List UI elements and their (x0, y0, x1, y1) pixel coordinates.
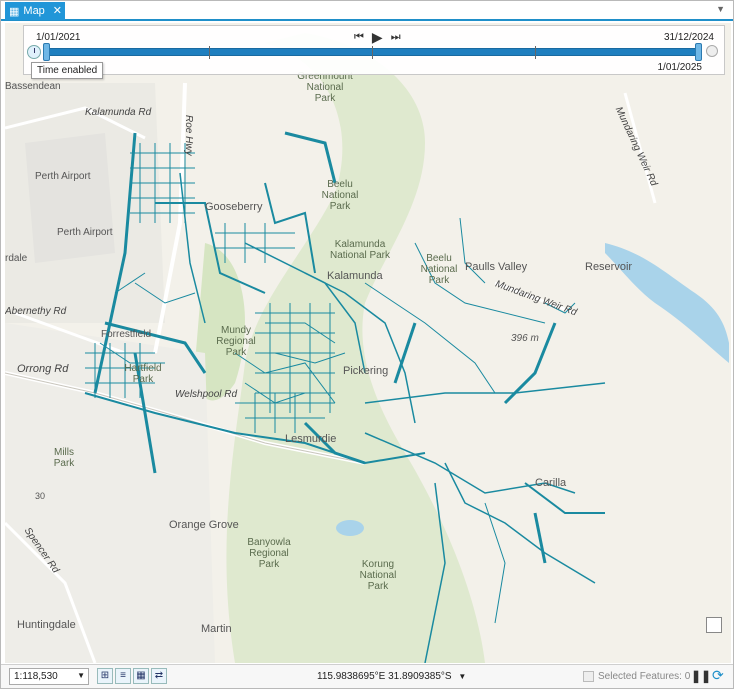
label-kalamunda: Kalamunda (327, 270, 383, 282)
chevron-down-icon: ▼ (458, 672, 467, 681)
label-reservoir: Reservoir (585, 261, 633, 273)
time-end: 31/12/2024 (663, 32, 714, 43)
status-bar: 1:118,530 ▼ ⊞ ≡ ▦ ⇄ 115.9838695°E 31.890… (1, 664, 733, 688)
refresh-icon[interactable]: ⟳ (712, 667, 724, 684)
scale-value: 1:118,530 (14, 671, 58, 682)
tab-map[interactable]: ▦ Map ✕ (5, 2, 65, 20)
label-abernethy-rd: Abernethy Rd (5, 306, 67, 317)
label-huntingdale: Huntingdale (17, 619, 76, 631)
play-icon[interactable]: ▶ (372, 29, 383, 46)
label-hartfield-park: Hartfield Park (124, 363, 162, 385)
label-forrestfield: Forrestfield (101, 329, 152, 340)
label-orange-grove: Orange Grove (169, 519, 239, 531)
label-beelu-np-2: Beelu National Park (420, 253, 458, 286)
track-tick (535, 46, 536, 59)
label-beelu-np: Beelu National Park (321, 179, 359, 212)
label-gooseberry: Gooseberry (205, 201, 263, 213)
layers-icon[interactable]: ≡ (115, 668, 131, 684)
label-elevation: 396 m (511, 333, 539, 344)
label-martin: Martin (201, 623, 232, 635)
map-icon: ▦ (9, 5, 20, 18)
label-greenmount-np: Greenmount National Park (297, 71, 353, 104)
map-view[interactable]: Perth Airport Perth Airport Kalamunda Rd… (5, 23, 731, 663)
label-rdale: rdale (5, 253, 28, 264)
airport-area (25, 133, 115, 263)
time-start: 1/01/2021 (36, 32, 81, 43)
selected-features[interactable]: Selected Features: 0 (583, 671, 690, 682)
label-paulls-valley: Paulls Valley (465, 261, 528, 273)
settings-icon[interactable] (706, 45, 718, 57)
label-kalamunda-rd: Kalamunda Rd (85, 107, 152, 118)
map-window: ▦ Map ✕ ▼ Perth Airport Perth Airport Ka… (0, 0, 734, 689)
close-icon[interactable]: ✕ (53, 5, 62, 17)
tab-bar: ▦ Map ✕ ▼ (1, 1, 733, 21)
time-end-label: 1/01/2025 (657, 62, 703, 73)
label-korung-np: Korung National Park (359, 559, 397, 592)
time-slider: 1/01/2021 ⏮ ▶ ⏭ 31/12/2024 1/01/2025 (23, 25, 725, 75)
label-welshpool-rd: Welshpool Rd (175, 389, 238, 400)
label-bassendean: Bassendean (5, 81, 61, 92)
tooltip: Time enabled (31, 62, 104, 79)
coordinates-value: 115.9838695°E 31.8909385°S (317, 671, 452, 682)
tab-title: Map (23, 5, 45, 17)
table-icon[interactable]: ▦ (133, 668, 149, 684)
label-lesmurdie: Lesmurdie (285, 433, 337, 445)
track-tick (209, 46, 210, 59)
label-mills-park: Mills Park (53, 447, 75, 469)
playback-controls: ⏮ ▶ ⏭ (354, 29, 401, 46)
label-mundy-rp: Mundy Regional Park (216, 325, 256, 358)
pause-icon[interactable]: ❚❚ (691, 669, 711, 683)
label-pickering: Pickering (343, 365, 389, 377)
selected-features-text: Selected Features: 0 (598, 671, 691, 682)
scale-dropdown[interactable]: 1:118,530 ▼ (9, 668, 89, 685)
chevron-down-icon: ▼ (77, 671, 85, 680)
label-route-30: 30 (35, 491, 46, 501)
track-tick (372, 46, 373, 59)
selection-icon (583, 671, 594, 682)
previous-icon[interactable]: ⏮ (354, 31, 364, 44)
lake-water (336, 520, 364, 536)
start-handle[interactable] (43, 43, 50, 61)
clock-icon[interactable] (27, 45, 41, 59)
label-banyowla-rp: Banyowla Regional Park (247, 537, 291, 570)
end-handle[interactable] (695, 43, 702, 61)
next-icon[interactable]: ⏭ (391, 31, 401, 44)
label-carilla: Carilla (535, 477, 567, 489)
label-perth-airport-2: Perth Airport (57, 227, 113, 238)
label-orrong-rd: Orrong Rd (17, 363, 69, 375)
legend-icon[interactable] (706, 617, 722, 633)
swap-icon[interactable]: ⇄ (151, 668, 167, 684)
time-track[interactable] (46, 46, 698, 59)
grid-icon[interactable]: ⊞ (97, 668, 113, 684)
label-roe-hwy: Roe Hwy (183, 115, 194, 156)
label-perth-airport: Perth Airport (35, 171, 91, 182)
coordinates[interactable]: 115.9838695°E 31.8909385°S ▼ (317, 671, 466, 682)
chevron-down-icon[interactable]: ▼ (716, 4, 725, 14)
label-kalamunda-np: Kalamunda National Park (329, 239, 391, 261)
